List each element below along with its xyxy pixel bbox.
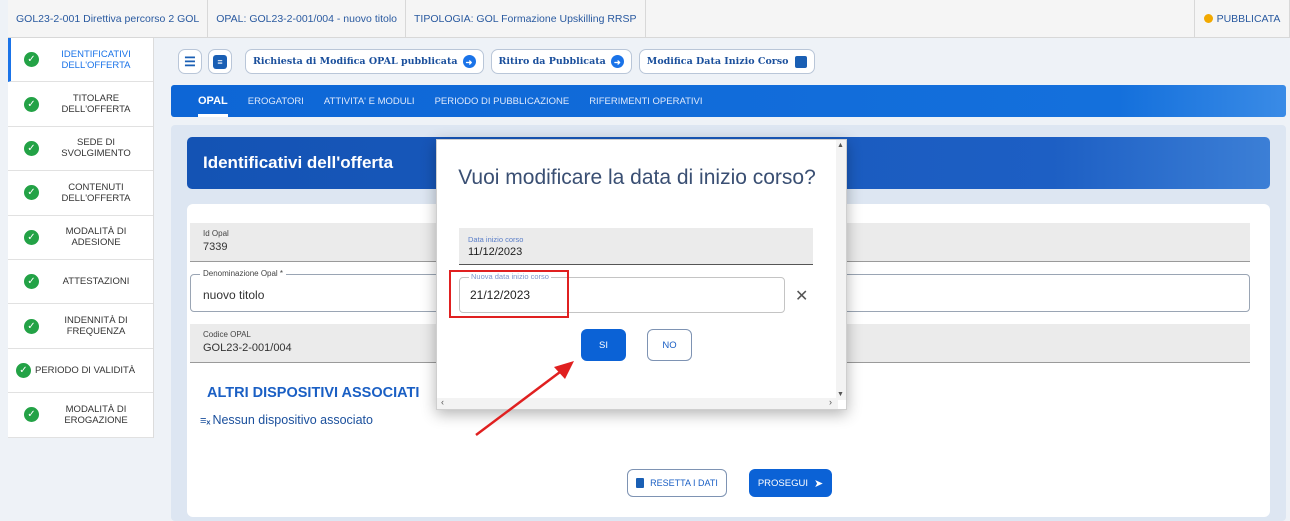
reset-label: RESETTA I DATI	[650, 478, 718, 488]
check-icon: ✓	[24, 96, 39, 112]
sidebar: ✓ IDENTIFICATIVI DELL'OFFERTA ✓ TITOLARE…	[8, 38, 154, 438]
denominazione-value: nuovo titolo	[203, 288, 265, 302]
sidebar-item-label: TITOLARE DELL'OFFERTA	[61, 93, 131, 116]
check-icon: ✓	[24, 318, 39, 334]
tab-attivita-moduli[interactable]: ATTIVITA' E MODULI	[324, 85, 415, 117]
document-button[interactable]: ≡	[208, 49, 232, 74]
nessun-dispositivo-text: ≡ₓ Nessun dispositivo associato	[200, 413, 373, 427]
sidebar-item-label: SEDE DI SVOLGIMENTO	[61, 137, 131, 160]
sidebar-item-label: MODALITÀ DI EROGAZIONE	[64, 403, 128, 426]
tab-periodo-pubblicazione[interactable]: PERIODO DI PUBBLICAZIONE	[435, 85, 570, 117]
breadcrumb-tipologia[interactable]: TIPOLOGIA: GOL Formazione Upskilling RRS…	[406, 0, 646, 37]
sidebar-item-label: PERIODO DI VALIDITÀ	[35, 364, 136, 376]
check-icon: ✓	[24, 274, 39, 290]
tab-riferimenti-operativi[interactable]: RIFERIMENTI OPERATIVI	[589, 85, 702, 117]
prosegui-button[interactable]: PROSEGUI ➤	[749, 469, 832, 497]
sidebar-item-contenuti[interactable]: ✓ CONTENUTI DELL'OFFERTA	[8, 171, 153, 216]
check-icon: ✓	[16, 362, 31, 378]
status-badge: PUBBLICATA	[1194, 0, 1290, 37]
prosegui-label: PROSEGUI	[757, 477, 808, 489]
breadcrumb-opal[interactable]: OPAL: GOL23-2-001/004 - nuovo titolo	[208, 0, 406, 37]
check-icon: ✓	[24, 407, 39, 423]
collapse-menu-button[interactable]: ☰	[178, 49, 202, 74]
highlight-box	[449, 270, 569, 318]
sidebar-item-label: MODALITÀ DI ADESIONE	[65, 226, 127, 249]
altri-dispositivi-title: ALTRI DISPOSITIVI ASSOCIATI	[207, 385, 420, 401]
sidebar-item-label: IDENTIFICATIVI DELL'OFFERTA	[61, 48, 131, 71]
scroll-down-icon[interactable]: ▼	[837, 391, 844, 398]
status-label: PUBBLICATA	[1216, 12, 1281, 25]
id-opal-label: Id Opal	[203, 229, 229, 238]
richiesta-modifica-button[interactable]: Richiesta di Modifica OPAL pubblicata ➜	[245, 49, 484, 74]
check-icon: ✓	[24, 185, 39, 201]
ritiro-label: Ritiro da Pubblicata	[498, 56, 606, 67]
save-icon	[794, 55, 807, 68]
toolbar: ☰ ≡ Richiesta di Modifica OPAL pubblicat…	[178, 49, 821, 74]
codice-opal-value: GOL23-2-001/004	[203, 342, 292, 354]
check-icon: ✓	[24, 52, 39, 68]
sidebar-item-titolare[interactable]: ✓ TITOLARE DELL'OFFERTA	[8, 82, 153, 127]
clear-icon[interactable]: ✕	[795, 286, 808, 306]
sidebar-item-label: ATTESTAZIONI	[62, 276, 130, 288]
no-button[interactable]: NO	[647, 329, 692, 361]
sidebar-item-sede[interactable]: ✓ SEDE DI SVOLGIMENTO	[8, 127, 153, 172]
arrow-circle-icon: ➜	[610, 55, 624, 68]
tab-erogatori[interactable]: EROGATORI	[248, 85, 304, 117]
nessun-label: Nessun dispositivo associato	[212, 413, 373, 427]
denominazione-label: Denominazione Opal *	[200, 269, 287, 278]
sidebar-item-label: CONTENUTI DELL'OFFERTA	[61, 181, 131, 204]
modifica-data-label: Modifica Data Inizio Corso	[646, 56, 789, 67]
check-icon: ✓	[24, 140, 39, 156]
sidebar-item-label: INDENNITÀ DI FREQUENZA	[64, 315, 128, 338]
scroll-left-icon[interactable]: ‹	[441, 397, 444, 407]
vertical-scrollbar[interactable]: ▲ ▼	[836, 140, 846, 400]
confirm-dialog: Vuoi modificare la data di inizio corso?…	[436, 139, 847, 410]
sidebar-item-erogazione[interactable]: ✓ MODALITÀ DI EROGAZIONE	[8, 393, 153, 438]
sidebar-item-attestazioni[interactable]: ✓ ATTESTAZIONI	[8, 260, 153, 305]
menu-collapse-icon: ☰	[184, 53, 196, 69]
current-date-label: Data inizio corso	[468, 235, 524, 244]
status-dot-icon	[1203, 14, 1213, 23]
modifica-data-button[interactable]: Modifica Data Inizio Corso	[638, 49, 815, 74]
current-date-field: Data inizio corso 11/12/2023	[459, 228, 813, 265]
tab-bar: OPAL EROGATORI ATTIVITA' E MODULI PERIOD…	[171, 85, 1286, 117]
richiesta-modifica-label: Richiesta di Modifica OPAL pubblicata	[253, 56, 458, 67]
reset-button[interactable]: RESETTA I DATI	[627, 469, 727, 497]
arrow-circle-icon: ➜	[462, 55, 476, 68]
current-date-value: 11/12/2023	[468, 246, 523, 258]
document-icon: ≡	[213, 54, 227, 69]
id-opal-value: 7339	[203, 241, 228, 253]
header-bar: GOL23-2-001 Direttiva percorso 2 GOL OPA…	[8, 0, 1290, 38]
breadcrumb-direttiva[interactable]: GOL23-2-001 Direttiva percorso 2 GOL	[8, 0, 209, 37]
sidebar-item-adesione[interactable]: ✓ MODALITÀ DI ADESIONE	[8, 216, 153, 260]
ritiro-button[interactable]: Ritiro da Pubblicata ➜	[490, 49, 632, 74]
sidebar-item-identificativi[interactable]: ✓ IDENTIFICATIVI DELL'OFFERTA	[8, 38, 153, 83]
sidebar-item-indennita[interactable]: ✓ INDENNITÀ DI FREQUENZA	[8, 304, 153, 349]
yes-button[interactable]: SI	[581, 329, 626, 361]
horizontal-scrollbar[interactable]: ‹ ›	[437, 397, 838, 409]
check-icon: ✓	[24, 229, 39, 245]
scroll-up-icon[interactable]: ▲	[837, 142, 844, 149]
clear-filter-icon: ≡ₓ	[200, 415, 211, 427]
trash-icon	[636, 478, 645, 488]
scroll-right-icon[interactable]: ›	[829, 397, 832, 407]
dialog-title: Vuoi modificare la data di inizio corso?	[458, 166, 816, 189]
send-icon: ➤	[813, 477, 824, 490]
sidebar-item-periodo[interactable]: ✓ PERIODO DI VALIDITÀ	[8, 349, 153, 394]
tab-opal[interactable]: OPAL	[198, 85, 228, 117]
codice-opal-label: Codice OPAL	[203, 330, 251, 339]
